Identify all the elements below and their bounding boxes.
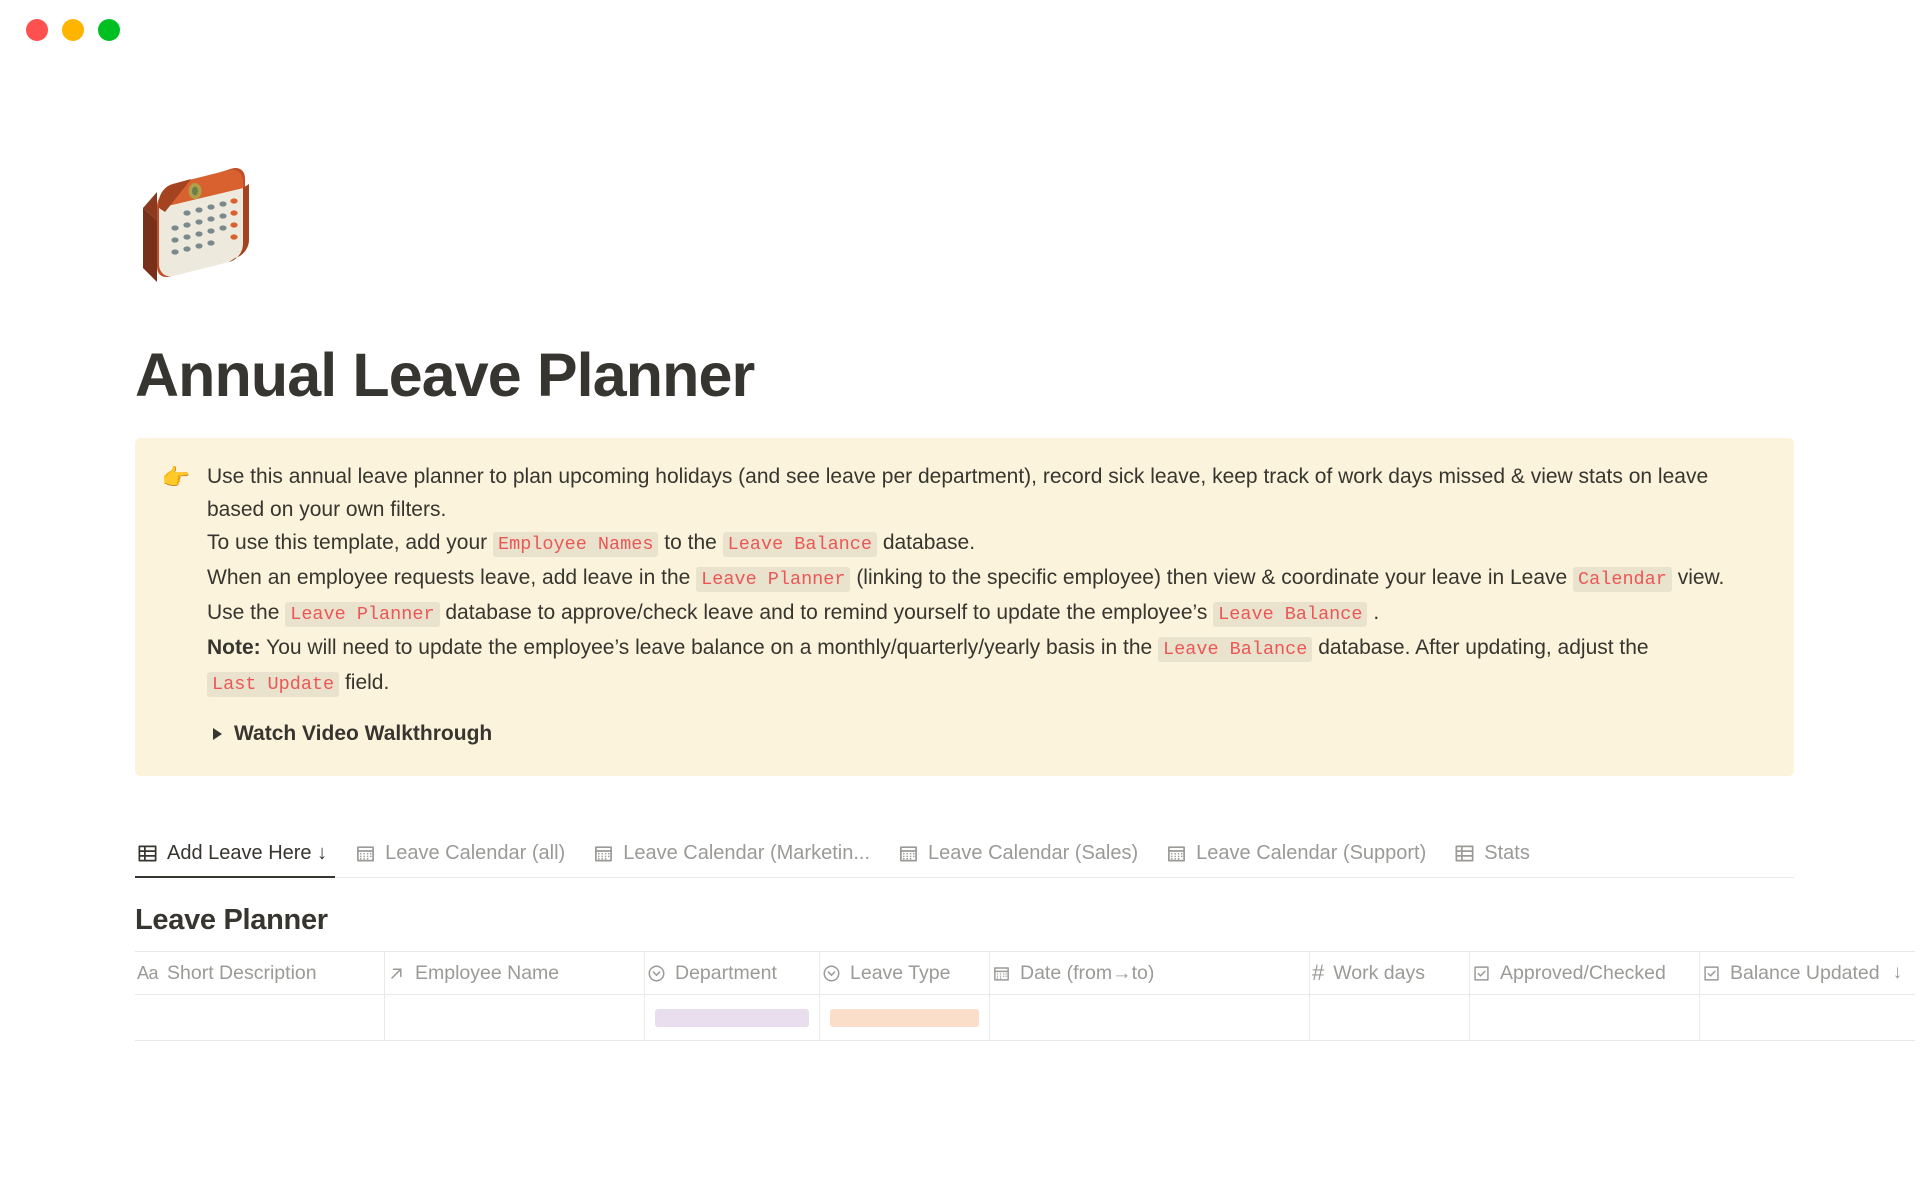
- table-cell[interactable]: [1310, 995, 1470, 1041]
- table-cell[interactable]: [820, 995, 990, 1041]
- select-icon: [648, 965, 665, 982]
- text-run: You will need to update the employee’s l…: [260, 636, 1159, 660]
- table-header-row: Aa Short Description Employee Name Departme…: [135, 951, 1915, 996]
- page-icon-container: [135, 60, 1860, 300]
- close-window-button[interactable]: [26, 19, 48, 41]
- column-header-label: Approved/Checked: [1500, 961, 1666, 984]
- date-icon: [994, 966, 1009, 981]
- tab-add-leave-here[interactable]: Add Leave Here ↓: [135, 836, 341, 879]
- database-view-tabs: Add Leave Here ↓ Leave Calendar (all) Leav…: [135, 836, 1794, 879]
- table-cell[interactable]: [990, 995, 1310, 1041]
- callout-body: Use this annual leave planner to plan up…: [207, 460, 1768, 750]
- column-header-short-description[interactable]: Aa Short Description: [135, 952, 385, 995]
- checkbox-icon: [1704, 965, 1719, 981]
- table-cell[interactable]: [135, 995, 385, 1041]
- table-cell[interactable]: [1470, 995, 1700, 1041]
- inline-code: Calendar: [1573, 567, 1672, 593]
- inline-code: Leave Balance: [1213, 602, 1368, 628]
- callout-line-3: When an employee requests leave, add lea…: [207, 561, 1768, 596]
- calendar-icon: [595, 846, 613, 862]
- calendar-icon: [900, 846, 917, 862]
- tab-label: Leave Calendar (Support): [1196, 842, 1427, 865]
- tab-stats[interactable]: Stats: [1440, 836, 1544, 877]
- leave-type-chip: [830, 1008, 979, 1027]
- text-aa-icon: Aa: [137, 962, 159, 983]
- text-run: to the: [658, 531, 723, 555]
- toggle-triangle-icon[interactable]: [213, 727, 222, 740]
- column-header-label: Date (from→to): [1020, 961, 1155, 984]
- column-header-label: Short Description: [167, 961, 317, 984]
- page-title[interactable]: Annual Leave Planner: [135, 340, 1860, 410]
- calendar-icon: [357, 846, 375, 862]
- database-table: Aa Short Description Employee Name Departme…: [135, 951, 1915, 1042]
- column-header-label: Leave Type: [850, 961, 951, 984]
- tab-leave-calendar-support[interactable]: Leave Calendar (Support): [1152, 836, 1440, 877]
- bold-text: Note:: [207, 636, 261, 660]
- text-run: database. After updating, adjust the: [1312, 636, 1649, 660]
- table-cell[interactable]: [385, 995, 645, 1041]
- inline-code: Leave Balance: [722, 532, 877, 558]
- text-run: .: [1367, 601, 1380, 625]
- department-chip: [655, 1008, 809, 1027]
- database-title[interactable]: Leave Planner: [135, 904, 1860, 937]
- inline-code: Leave Planner: [285, 602, 440, 628]
- text-run: Use the: [207, 601, 286, 625]
- number-hash-icon: #: [1312, 960, 1325, 986]
- table-cell[interactable]: [1700, 995, 1920, 1040]
- inline-code: Last Update: [207, 672, 340, 698]
- column-header-label: Work days: [1333, 961, 1425, 984]
- video-walkthrough-toggle[interactable]: Watch Video Walkthrough: [207, 717, 1768, 750]
- column-header-label: Department: [675, 961, 777, 984]
- tab-label: Leave Calendar (all): [385, 842, 566, 865]
- window-titlebar: [0, 0, 1920, 60]
- text-run: (linking to the specific employee) then …: [850, 566, 1574, 590]
- column-header-leave-type[interactable]: Leave Type: [820, 952, 990, 995]
- column-header-date-from-to[interactable]: Date (from→to): [990, 952, 1310, 995]
- inline-code: Employee Names: [493, 532, 659, 558]
- page-content: Annual Leave Planner 👉 Use this annual l…: [0, 60, 1920, 1042]
- select-icon: [823, 965, 840, 982]
- minimize-window-button[interactable]: [62, 19, 84, 41]
- text-run: view.: [1671, 566, 1725, 590]
- tab-label: Stats: [1484, 842, 1530, 865]
- callout-block: 👉 Use this annual leave planner to plan …: [135, 438, 1794, 777]
- text-run: database to approve/check leave and to r…: [439, 601, 1214, 625]
- callout-line-4: Use the Leave Planner database to approv…: [207, 596, 1768, 631]
- column-header-department[interactable]: Department: [645, 952, 820, 995]
- table-icon: [1455, 845, 1474, 862]
- pointing-hand-emoji: 👉: [161, 464, 191, 491]
- toggle-label: Watch Video Walkthrough: [234, 722, 493, 746]
- inline-code: Leave Balance: [1158, 637, 1313, 663]
- callout-line-5: Note: You will need to update the employ…: [207, 631, 1768, 701]
- calendar-3d-icon[interactable]: [135, 164, 263, 292]
- tab-leave-calendar-sales[interactable]: Leave Calendar (Sales): [884, 836, 1152, 877]
- table-row[interactable]: [135, 995, 1915, 1042]
- callout-line-2: To use this template, add your Employee …: [207, 526, 1768, 561]
- column-header-employee-name[interactable]: Employee Name: [385, 952, 645, 995]
- tab-leave-calendar-marketin[interactable]: Leave Calendar (Marketin...: [579, 836, 884, 877]
- calendar-icon: [1168, 846, 1186, 862]
- text-run: field.: [339, 671, 390, 695]
- tab-leave-calendar-all[interactable]: Leave Calendar (all): [341, 836, 579, 877]
- table-icon: [138, 845, 157, 862]
- text-run: database.: [876, 531, 976, 555]
- checkbox-icon: [1474, 965, 1489, 981]
- column-header-work-days[interactable]: # Work days: [1310, 952, 1470, 995]
- inline-code: Leave Planner: [696, 567, 851, 593]
- column-header-label: Balance Updated: [1730, 961, 1880, 984]
- text-run: To use this template, add your: [207, 531, 493, 555]
- text-run: When an employee requests leave, add lea…: [207, 566, 697, 590]
- text-run: Use this annual leave planner to plan up…: [207, 465, 1709, 522]
- tab-label: Leave Calendar (Sales): [928, 842, 1139, 865]
- maximize-window-button[interactable]: [98, 19, 120, 41]
- sort-indicator-icon[interactable]: ↓: [1893, 962, 1903, 984]
- relation-arrow-icon: [391, 968, 402, 979]
- callout-line-1: Use this annual leave planner to plan up…: [207, 460, 1768, 526]
- column-header-label: Employee Name: [415, 961, 560, 984]
- tab-label: Add Leave Here ↓: [167, 842, 328, 865]
- tab-label: Leave Calendar (Marketin...: [623, 842, 871, 865]
- column-header-balance-updated[interactable]: Balance Updated ↓: [1700, 952, 1920, 994]
- table-cell[interactable]: [645, 995, 820, 1041]
- column-header-approved-checked[interactable]: Approved/Checked: [1470, 952, 1700, 995]
